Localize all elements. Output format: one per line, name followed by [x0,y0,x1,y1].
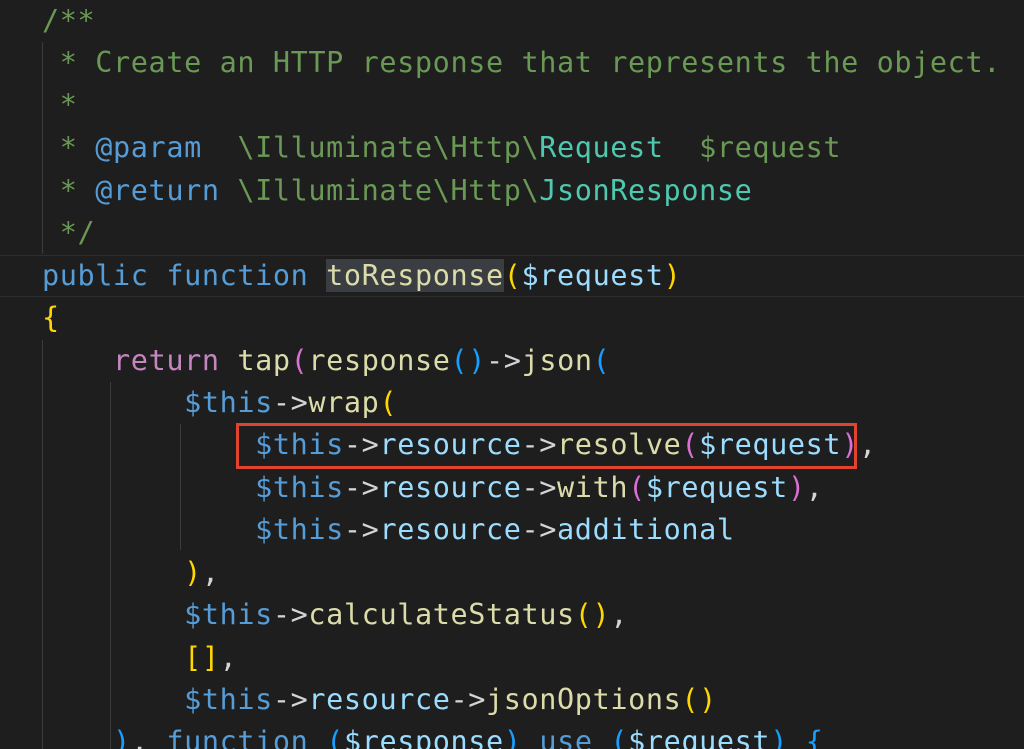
keyword-return: return [113,344,220,377]
code-editor[interactable]: /** * Create an HTTP response that repre… [0,0,1024,749]
doc-return-class: JsonResponse [539,174,753,207]
doc-param-class: Request [539,131,664,164]
doc-comment-close: */ [42,216,96,249]
use-request: $request [628,725,771,749]
code-line-2[interactable]: * Create an HTTP response that represent… [42,42,1001,84]
this-variable: $this [255,513,344,546]
arrow-operator: -> [521,471,558,504]
this-variable: $this [184,386,273,419]
code-line-16[interactable]: [], [42,637,237,679]
this-variable: $this [184,598,273,631]
code-line-13[interactable]: $this->resource->additional [42,509,735,551]
function-name-toResponse[interactable]: toResponse [326,259,504,292]
doc-param-tag: @param [95,131,202,164]
doc-param-namespace: \Illuminate\Http\ [201,131,540,164]
code-line-14[interactable]: ), [42,552,220,594]
code-line-5[interactable]: * @return \Illuminate\Http\JsonResponse [42,170,752,212]
doc-comment-open: /** [42,4,96,37]
doc-comment-star: * [42,174,96,207]
code-line-1[interactable]: /** [42,0,95,42]
keyword-public: public [42,259,149,292]
function-json: json [521,344,593,377]
doc-comment-star: * [42,131,96,164]
property-additional: additional [557,513,735,546]
arrow-operator: -> [272,386,309,419]
code-line-18[interactable]: ), function ($response) use ($request) { [42,721,824,749]
keyword-function: function [166,259,309,292]
property-resource: resource [308,683,451,716]
doc-return-namespace: \Illuminate\Http\ [219,174,540,207]
doc-return-tag: @return [95,174,220,207]
arrow-operator: -> [450,683,487,716]
code-line-9[interactable]: return tap(response()->json( [42,340,610,382]
open-brace: { [42,301,60,334]
function-jsonOptions: jsonOptions [486,683,682,716]
keyword-function: function [166,725,309,749]
arrow-operator: -> [272,598,309,631]
arrow-operator: -> [343,471,380,504]
code-line-15[interactable]: $this->calculateStatus(), [42,594,628,636]
arrow-operator: -> [521,513,558,546]
highlight-box [236,423,857,469]
doc-comment-star: * [42,88,78,121]
function-calculateStatus: calculateStatus [308,598,575,631]
empty-array: [] [184,641,220,674]
function-wrap: wrap [308,386,380,419]
function-response: response [308,344,451,377]
code-line-8[interactable]: { [42,297,60,339]
property-resource: resource [379,513,522,546]
function-tap: tap [237,344,291,377]
doc-comment-description: * Create an HTTP response that represent… [42,46,1001,79]
keyword-use: use [539,725,593,749]
param-request: $request [521,259,664,292]
arrow-operator: -> [343,513,380,546]
code-line-3[interactable]: * [42,84,78,126]
code-line-17[interactable]: $this->resource->jsonOptions() [42,679,717,721]
code-line-6[interactable]: */ [42,212,95,254]
param-response: $response [343,725,504,749]
arg-request: $request [645,471,788,504]
code-line-10[interactable]: $this->wrap( [42,382,397,424]
this-variable: $this [255,471,344,504]
arrow-operator: -> [486,344,522,377]
property-resource: resource [379,471,522,504]
function-with: with [557,471,629,504]
code-line-4[interactable]: * @param \Illuminate\Http\Request $reque… [42,127,841,169]
this-variable: $this [184,683,273,716]
code-line-12[interactable]: $this->resource->with($request), [42,467,823,509]
arrow-operator: -> [272,683,309,716]
code-line-7[interactable]: public function toResponse($request) [42,255,681,297]
doc-param-variable: $request [663,131,842,164]
